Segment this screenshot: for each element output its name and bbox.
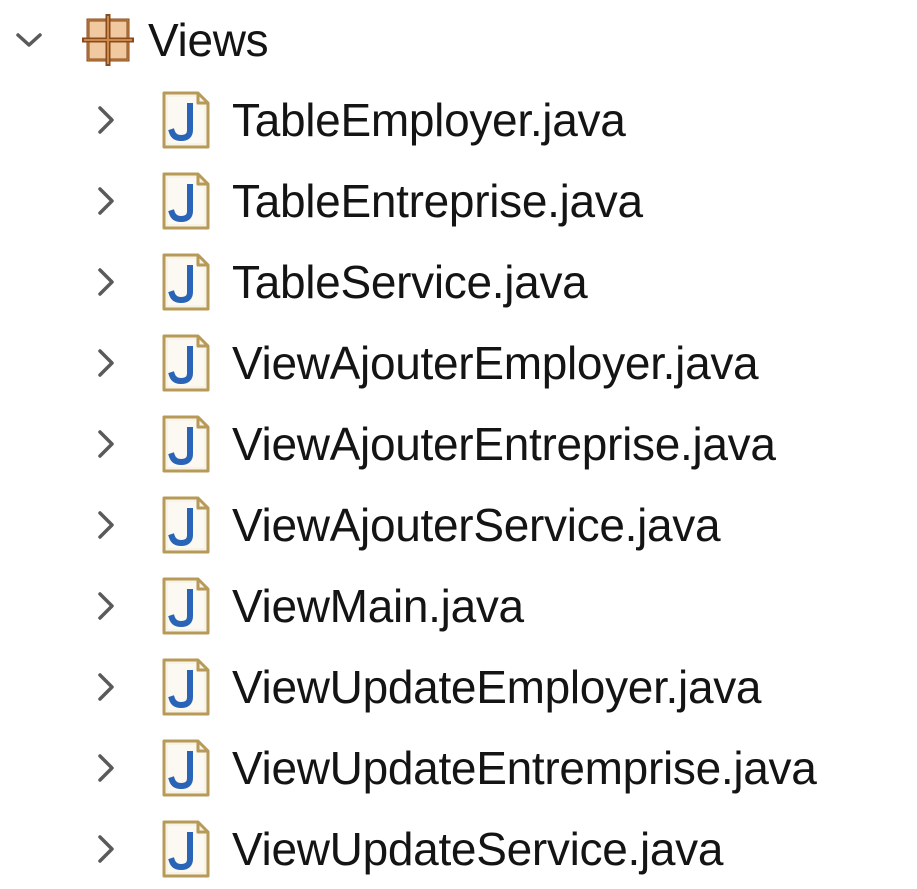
tree-node-java-file[interactable]: ViewAjouterEmployer.java xyxy=(94,323,759,403)
java-file-icon xyxy=(160,657,212,717)
chevron-right-icon[interactable] xyxy=(94,503,138,547)
chevron-down-icon[interactable] xyxy=(14,18,58,62)
chevron-right-icon[interactable] xyxy=(94,260,138,304)
java-file-icon xyxy=(160,495,212,555)
tree-node-java-file[interactable]: TableService.java xyxy=(94,242,588,322)
tree-node-java-file[interactable]: ViewAjouterEntreprise.java xyxy=(94,404,776,484)
chevron-right-icon[interactable] xyxy=(94,179,138,223)
file-label: ViewUpdateEmployer.java xyxy=(232,661,762,713)
java-file-icon xyxy=(160,252,212,312)
chevron-right-icon[interactable] xyxy=(94,422,138,466)
chevron-right-icon[interactable] xyxy=(94,98,138,142)
package-icon xyxy=(82,14,134,66)
chevron-right-icon[interactable] xyxy=(94,746,138,790)
java-file-icon xyxy=(160,333,212,393)
file-label: TableService.java xyxy=(232,256,588,308)
java-file-icon xyxy=(160,738,212,798)
file-label: ViewAjouterEmployer.java xyxy=(232,337,759,389)
java-file-icon xyxy=(160,414,212,474)
tree-node-views-package[interactable]: Views xyxy=(14,0,269,80)
tree-node-java-file[interactable]: TableEntreprise.java xyxy=(94,161,643,241)
tree-node-java-file[interactable]: ViewUpdateEmployer.java xyxy=(94,647,762,727)
tree-node-java-file[interactable]: TableEmployer.java xyxy=(94,80,626,160)
java-file-icon xyxy=(160,171,212,231)
file-label: ViewMain.java xyxy=(232,580,524,632)
java-file-icon xyxy=(160,576,212,636)
file-label: ViewUpdateService.java xyxy=(232,823,724,875)
tree-node-java-file[interactable]: ViewUpdateEntremprise.java xyxy=(94,728,817,808)
file-label: ViewAjouterService.java xyxy=(232,499,721,551)
chevron-right-icon[interactable] xyxy=(94,584,138,628)
file-label: ViewAjouterEntreprise.java xyxy=(232,418,776,470)
tree-node-java-file[interactable]: ViewAjouterService.java xyxy=(94,485,721,565)
chevron-right-icon[interactable] xyxy=(94,341,138,385)
java-file-icon xyxy=(160,90,212,150)
chevron-right-icon[interactable] xyxy=(94,665,138,709)
file-label: TableEmployer.java xyxy=(232,94,626,146)
java-file-icon xyxy=(160,819,212,879)
file-label: TableEntreprise.java xyxy=(232,175,643,227)
tree-node-java-file[interactable]: ViewUpdateService.java xyxy=(94,809,723,889)
file-label: ViewUpdateEntremprise.java xyxy=(232,742,817,794)
tree-node-java-file[interactable]: ViewMain.java xyxy=(94,566,524,646)
package-label: Views xyxy=(148,14,269,66)
package-explorer-tree: Views TableEmployer.java TableEntreprise.… xyxy=(0,0,917,880)
chevron-right-icon[interactable] xyxy=(94,827,138,871)
